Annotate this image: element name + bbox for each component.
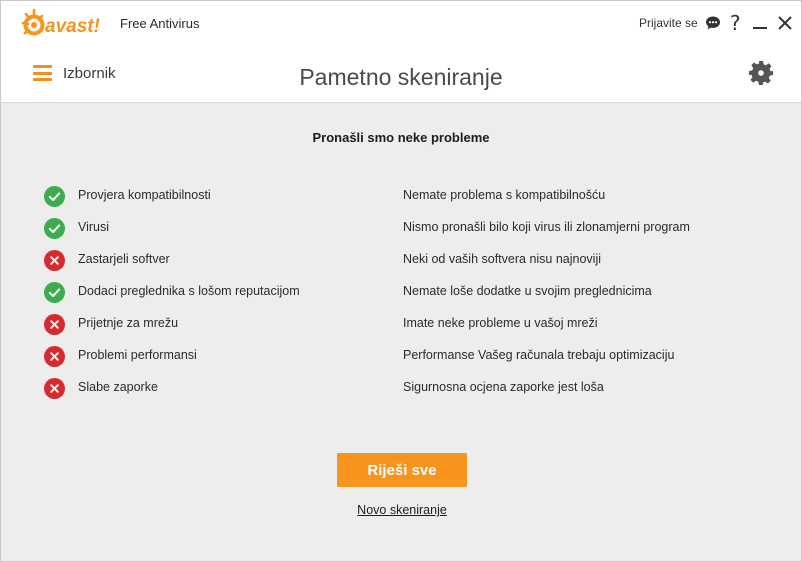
- check-icon: [44, 218, 65, 239]
- product-name: Free Antivirus: [120, 16, 200, 31]
- result-description: Neki od vaših softvera nisu najnoviji: [403, 252, 602, 266]
- minimize-icon[interactable]: [752, 15, 768, 31]
- fix-all-button[interactable]: Riješi sve: [337, 453, 467, 487]
- result-row: Zastarjeli softver Neki od vaših softvera…: [1, 243, 801, 275]
- result-row: Provjera kompatibilnosti Nemate problema …: [1, 179, 801, 211]
- error-x-icon: [44, 314, 65, 335]
- gear-icon[interactable]: [748, 60, 774, 86]
- result-description: Sigurnosna ocjena zaporke jest loša: [403, 380, 604, 394]
- result-name: Provjera kompatibilnosti: [78, 188, 211, 202]
- result-row: Slabe zaporke Sigurnosna ocjena zaporke j…: [1, 371, 801, 403]
- result-row: Dodaci preglednika s lošom reputacijom Ne…: [1, 275, 801, 307]
- error-x-icon: [44, 346, 65, 367]
- chat-icon[interactable]: [705, 15, 721, 31]
- results-headline: Pronašli smo neke probleme: [312, 130, 490, 145]
- result-description: Nemate problema s kompatibilnošću: [403, 188, 606, 202]
- result-row: Problemi performansi Performanse Vašeg ra…: [1, 339, 801, 371]
- page-title: Pametno skeniranje: [299, 64, 503, 90]
- result-name: Problemi performansi: [78, 348, 197, 362]
- result-name: Slabe zaporke: [78, 380, 158, 394]
- signin-link[interactable]: Prijavite se: [639, 16, 698, 30]
- new-scan-link[interactable]: Novo skeniranje: [1, 503, 802, 517]
- check-icon: [44, 282, 65, 303]
- error-x-icon: [44, 378, 65, 399]
- result-row: Prijetnje za mrežu Imate neke probleme u …: [1, 307, 801, 339]
- result-description: Nemate loše dodatke u svojim preglednici…: [403, 284, 652, 298]
- result-row: Virusi Nismo pronašli bilo koji virus ili…: [1, 211, 801, 243]
- result-description: Nismo pronašli bilo koji virus ili zlona…: [403, 220, 690, 234]
- help-icon[interactable]: ?: [730, 10, 741, 36]
- result-description: Imate neke probleme u vašoj mreži: [403, 316, 598, 330]
- result-description: Performanse Vašeg računala trebaju optim…: [403, 348, 675, 362]
- result-name: Virusi: [78, 220, 110, 234]
- header-bar: avast! Free Antivirus Prijavite se ? Izb…: [1, 1, 801, 103]
- result-name: Prijetnje za mrežu: [78, 316, 179, 330]
- app-window: avast! Free Antivirus Prijavite se ? Izb…: [0, 0, 802, 562]
- avast-logo: avast!: [20, 8, 110, 42]
- avast-logo-icon: avast!: [21, 8, 100, 37]
- result-name: Dodaci preglednika s lošom reputacijom: [78, 284, 300, 298]
- result-name: Zastarjeli softver: [78, 252, 170, 266]
- error-x-icon: [44, 250, 65, 271]
- check-icon: [44, 186, 65, 207]
- close-icon[interactable]: [777, 15, 793, 31]
- avast-wordmark: avast!: [45, 16, 100, 37]
